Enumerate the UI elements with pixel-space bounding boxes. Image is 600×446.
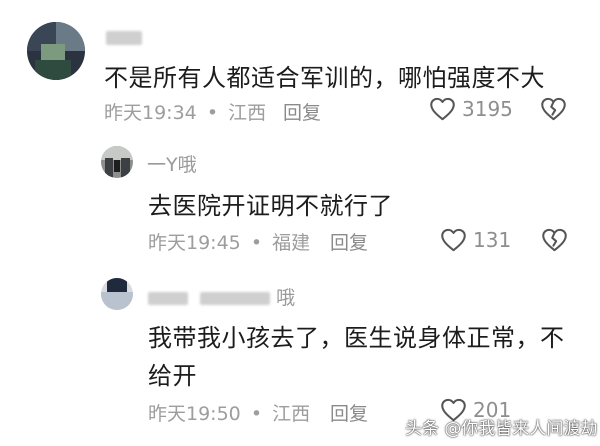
separator-dot: •	[250, 232, 263, 254]
comment-meta: 昨天19:50 • 江西	[148, 399, 310, 426]
reply-button[interactable]: 回复	[283, 98, 321, 125]
comment-text: 给开	[148, 362, 197, 390]
watermark: 头条 @你我皆来人间渡劫	[405, 419, 598, 439]
dislike-button[interactable]	[540, 96, 567, 125]
like-count: 3195	[462, 96, 513, 121]
avatar[interactable]	[101, 146, 133, 178]
commenter-name[interactable]: 一Y哦	[147, 150, 197, 177]
blurred-username	[148, 292, 188, 305]
avatar[interactable]	[101, 278, 133, 310]
commenter-name[interactable]	[106, 26, 142, 48]
like-button[interactable]: 3195	[429, 96, 513, 121]
comment-meta: 昨天19:34 • 江西	[104, 98, 266, 125]
separator-dot: •	[250, 403, 263, 425]
like-button[interactable]: 131	[440, 227, 511, 252]
comment-time: 昨天19:50	[148, 403, 241, 425]
comment-location: 江西	[228, 102, 267, 124]
broken-heart-icon	[541, 228, 568, 256]
comment-time: 昨天19:45	[148, 232, 241, 254]
comment-text: 不是所有人都适合军训的，哪怕强度不大	[104, 64, 545, 92]
blurred-username	[200, 292, 271, 305]
comment-meta: 昨天19:45 • 福建	[148, 228, 310, 255]
heart-outline-icon	[429, 96, 456, 121]
blurred-username	[106, 30, 142, 45]
comment-time: 昨天19:34	[104, 102, 197, 124]
commenter-name[interactable]: 哦	[148, 283, 295, 310]
reply-button[interactable]: 回复	[330, 228, 368, 255]
like-count: 131	[473, 227, 512, 252]
broken-heart-icon	[540, 97, 567, 125]
comment-location: 江西	[272, 403, 311, 425]
separator-dot: •	[206, 102, 219, 124]
comment-text: 去医院开证明不就行了	[148, 192, 393, 220]
comment-text: 我带我小孩去了，医生说身体正常，不	[148, 324, 565, 352]
comment-location: 福建	[272, 232, 311, 254]
avatar[interactable]	[27, 22, 85, 80]
heart-outline-icon	[440, 227, 467, 252]
reply-button[interactable]: 回复	[330, 399, 368, 426]
dislike-button[interactable]	[541, 227, 568, 256]
